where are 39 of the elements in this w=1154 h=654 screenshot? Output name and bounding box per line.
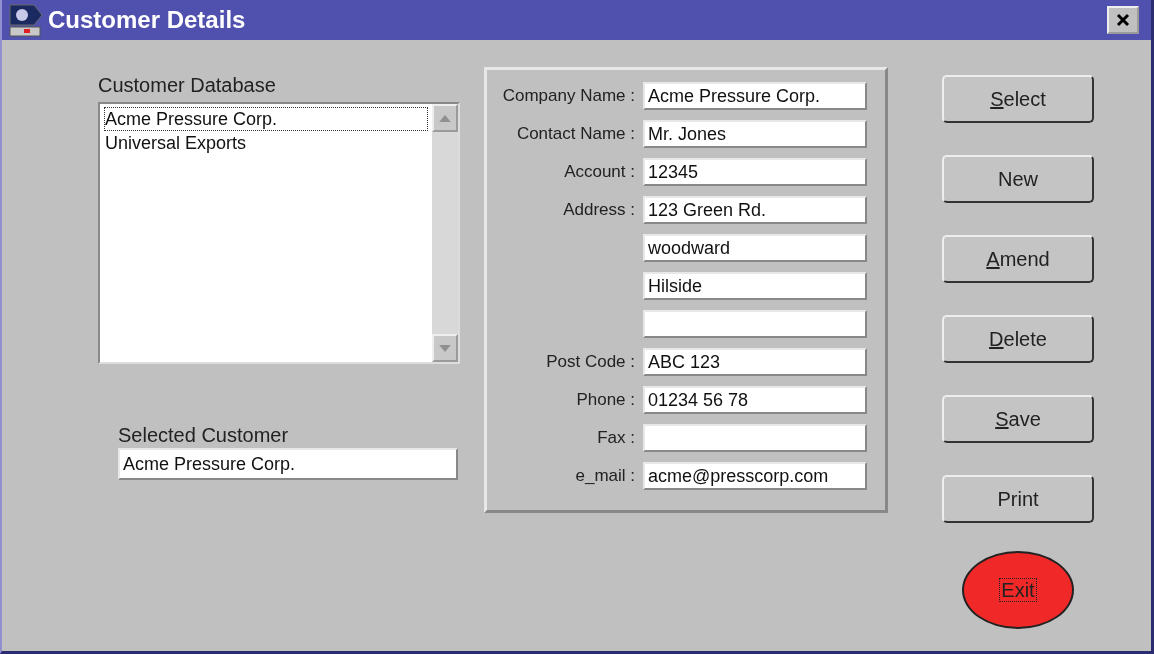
list-item[interactable]: Universal Exports (104, 131, 428, 155)
text-field[interactable]: acme@presscorp.com (643, 462, 867, 490)
field-label: Fax : (597, 428, 635, 447)
text-field[interactable]: 123 Green Rd. (643, 196, 867, 224)
text-field[interactable]: 12345 (643, 158, 867, 186)
field-label: Selected Customer (118, 424, 290, 448)
field-label: Contact Name : (516, 124, 635, 143)
push-button[interactable]: New (942, 155, 1094, 203)
push-button[interactable]: Print (942, 475, 1094, 523)
selected-customer-field[interactable]: Acme Pressure Corp. (118, 448, 458, 480)
text-field[interactable]: woodward (643, 234, 867, 262)
exit-button[interactable]: Exit (962, 551, 1074, 629)
close-icon (1116, 13, 1130, 27)
field-label: Post Code : (546, 352, 635, 371)
push-button[interactable]: Delete (942, 315, 1094, 363)
close-button[interactable] (1107, 6, 1139, 34)
list-label: Customer Database (98, 74, 277, 98)
app-icon (8, 3, 44, 37)
text-field[interactable] (643, 310, 867, 338)
field-label: e_mail : (575, 466, 635, 485)
field-label: Account : (564, 162, 635, 181)
scroll-down-icon[interactable] (439, 344, 451, 352)
scroll-bar[interactable] (432, 104, 458, 362)
text-field[interactable]: 01234 56 78 (643, 386, 867, 414)
text-field[interactable] (643, 424, 867, 452)
text-field[interactable]: Acme Pressure Corp. (643, 82, 867, 110)
push-button[interactable]: Save (942, 395, 1094, 443)
window-title: Customer Details (48, 6, 247, 34)
customer-list[interactable]: Acme Pressure Corp. Universal Exports (98, 102, 460, 364)
push-button[interactable]: Select (942, 75, 1094, 123)
field-label: Company Name : (502, 86, 635, 105)
push-button[interactable]: Amend (942, 235, 1094, 283)
field-label: Phone : (576, 390, 635, 409)
text-field[interactable]: Mr. Jones (643, 120, 867, 148)
list-item[interactable]: Acme Pressure Corp. (104, 107, 428, 131)
text-field[interactable]: ABC 123 (643, 348, 867, 376)
text-field[interactable]: Hilside (643, 272, 867, 300)
scroll-up-icon[interactable] (439, 114, 451, 122)
field-label: Address : (563, 200, 635, 219)
